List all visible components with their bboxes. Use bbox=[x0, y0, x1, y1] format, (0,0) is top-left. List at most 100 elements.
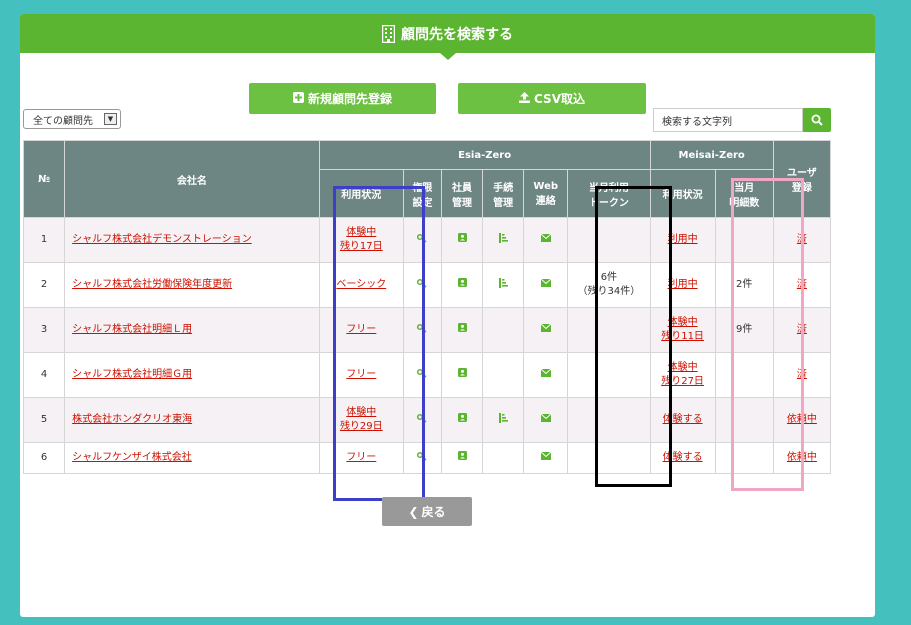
esia-status-link[interactable]: 体験中 残り29日 bbox=[340, 407, 383, 432]
company-link[interactable]: シャルフ株式会社労働保険年度更新 bbox=[72, 279, 232, 290]
user-registration-link[interactable]: 済 bbox=[797, 324, 807, 335]
header-no: № bbox=[22, 140, 66, 218]
search-input[interactable]: 検索する文字列 bbox=[653, 108, 803, 132]
detail-count-cell bbox=[714, 397, 774, 443]
user-registration-link[interactable]: 依頼中 bbox=[787, 414, 817, 425]
user-registration-link[interactable]: 依頼中 bbox=[787, 452, 817, 463]
meisai-status-link[interactable]: 利用中 bbox=[668, 279, 698, 290]
key-icon[interactable] bbox=[417, 233, 427, 248]
new-client-button[interactable]: 新規顧問先登録 bbox=[249, 83, 436, 114]
meisai-status-link[interactable]: 体験中 残り11日 bbox=[661, 317, 704, 342]
user-registration-link[interactable]: 済 bbox=[797, 369, 807, 380]
envelope-icon[interactable] bbox=[540, 368, 552, 382]
procedure-cell bbox=[482, 307, 525, 353]
chevron-left-icon: ❮ bbox=[408, 504, 419, 519]
company-link[interactable]: 株式会社ホンダクリオ東海 bbox=[72, 414, 192, 425]
key-icon[interactable] bbox=[417, 278, 427, 293]
company-link[interactable]: シャルフ株式会社明細Ｇ用 bbox=[72, 369, 192, 380]
header-group-meisai: Meisai-Zero bbox=[649, 140, 774, 170]
back-label: 戻る bbox=[421, 505, 446, 519]
user-registration-link[interactable]: 済 bbox=[797, 234, 807, 245]
meisai-status-link[interactable]: 体験中 残り27日 bbox=[661, 362, 704, 387]
meisai-status-link[interactable]: 体験する bbox=[663, 414, 703, 425]
procedure-cell bbox=[482, 352, 525, 398]
list-ol-icon[interactable] bbox=[498, 232, 508, 248]
esia-status-cell: ベーシック bbox=[318, 262, 404, 308]
user-card-icon[interactable] bbox=[457, 368, 467, 382]
header-group-esia: Esia-Zero bbox=[318, 140, 651, 170]
esia-status-link[interactable]: フリー bbox=[346, 452, 376, 463]
procedure-cell bbox=[482, 442, 525, 474]
esia-status-link[interactable]: 体験中 残り17日 bbox=[340, 227, 383, 252]
esia-status-link[interactable]: ベーシック bbox=[336, 279, 386, 290]
page-header: 顧問先を検索する bbox=[20, 14, 875, 60]
esia-status-link[interactable]: フリー bbox=[346, 369, 376, 380]
envelope-icon[interactable] bbox=[540, 413, 552, 427]
company-link[interactable]: シャルフケンザイ株式会社 bbox=[72, 452, 192, 463]
permission-cell bbox=[402, 262, 442, 308]
table-row: 2 シャルフ株式会社労働保険年度更新 ベーシック 6件 （残り34件） 利用中 2件 済 bbox=[22, 262, 832, 308]
user-registration-cell: 済 bbox=[772, 352, 832, 398]
user-registration-link[interactable]: 済 bbox=[797, 279, 807, 290]
user-registration-cell: 依頼中 bbox=[772, 397, 832, 443]
user-card-icon[interactable] bbox=[457, 278, 467, 292]
company-cell: シャルフ株式会社明細Ｌ用 bbox=[64, 307, 320, 353]
procedure-cell bbox=[482, 397, 525, 443]
back-button[interactable]: ❮ 戻る bbox=[382, 497, 472, 526]
header-token: 当月利用 トークン bbox=[567, 169, 651, 218]
search-icon bbox=[811, 114, 823, 126]
key-icon[interactable] bbox=[417, 413, 427, 428]
row-number: 1 bbox=[22, 217, 66, 263]
key-icon[interactable] bbox=[417, 451, 427, 466]
new-client-label: 新規顧問先登録 bbox=[307, 92, 392, 106]
esia-status-cell: 体験中 残り29日 bbox=[318, 397, 404, 443]
envelope-icon[interactable] bbox=[540, 278, 552, 292]
csv-import-button[interactable]: CSV取込 bbox=[458, 83, 646, 114]
user-card-icon[interactable] bbox=[457, 451, 467, 465]
key-icon[interactable] bbox=[417, 368, 427, 383]
token-cell bbox=[567, 217, 651, 263]
user-card-icon[interactable] bbox=[457, 413, 467, 427]
client-table: № 会社名 Esia-Zero Meisai-Zero ユーザ 登録 利用状況 権… bbox=[22, 140, 832, 474]
envelope-icon[interactable] bbox=[540, 323, 552, 337]
employee-cell bbox=[440, 352, 484, 398]
company-cell: シャルフ株式会社明細Ｇ用 bbox=[64, 352, 320, 398]
user-registration-cell: 済 bbox=[772, 307, 832, 353]
header-procedure: 手続 管理 bbox=[482, 169, 525, 218]
permission-cell bbox=[402, 352, 442, 398]
row-number: 3 bbox=[22, 307, 66, 353]
company-cell: シャルフ株式会社デモンストレーション bbox=[64, 217, 320, 263]
header-esia-status: 利用状況 bbox=[318, 169, 404, 218]
employee-cell bbox=[440, 217, 484, 263]
list-ol-icon[interactable] bbox=[498, 277, 508, 293]
key-icon[interactable] bbox=[417, 323, 427, 338]
table-row: 6 シャルフケンザイ株式会社 フリー 体験する 依頼中 bbox=[22, 442, 832, 474]
token-cell bbox=[567, 442, 651, 474]
meisai-status-link[interactable]: 体験する bbox=[663, 452, 703, 463]
search-button[interactable] bbox=[803, 108, 831, 132]
header-detail-count: 当月 明細数 bbox=[714, 169, 774, 218]
table-row: 3 シャルフ株式会社明細Ｌ用 フリー 体験中 残り11日 9件 済 bbox=[22, 307, 832, 353]
meisai-status-link[interactable]: 利用中 bbox=[668, 234, 698, 245]
company-link[interactable]: シャルフ株式会社明細Ｌ用 bbox=[72, 324, 192, 335]
header-web-contact: Web 連絡 bbox=[523, 169, 569, 218]
client-filter-value: 全ての顧問先 bbox=[33, 115, 93, 127]
esia-status-link[interactable]: フリー bbox=[346, 324, 376, 335]
chevron-down-icon: ▼ bbox=[104, 113, 117, 125]
user-card-icon[interactable] bbox=[457, 233, 467, 247]
company-link[interactable]: シャルフ株式会社デモンストレーション bbox=[72, 234, 252, 245]
upload-icon bbox=[519, 91, 531, 106]
meisai-status-cell: 体験する bbox=[649, 442, 716, 474]
detail-count-cell: 9件 bbox=[714, 307, 774, 353]
envelope-icon[interactable] bbox=[540, 233, 552, 247]
envelope-icon[interactable] bbox=[540, 451, 552, 465]
permission-cell bbox=[402, 217, 442, 263]
user-card-icon[interactable] bbox=[457, 323, 467, 337]
table-row: 5 株式会社ホンダクリオ東海 体験中 残り29日 体験する 依頼中 bbox=[22, 397, 832, 443]
list-ol-icon[interactable] bbox=[498, 412, 508, 428]
header-permission: 権限 設定 bbox=[402, 169, 442, 218]
header-pointer bbox=[440, 53, 456, 60]
client-filter-select[interactable]: 全ての顧問先 ▼ bbox=[23, 109, 121, 129]
employee-cell bbox=[440, 307, 484, 353]
token-cell bbox=[567, 307, 651, 353]
